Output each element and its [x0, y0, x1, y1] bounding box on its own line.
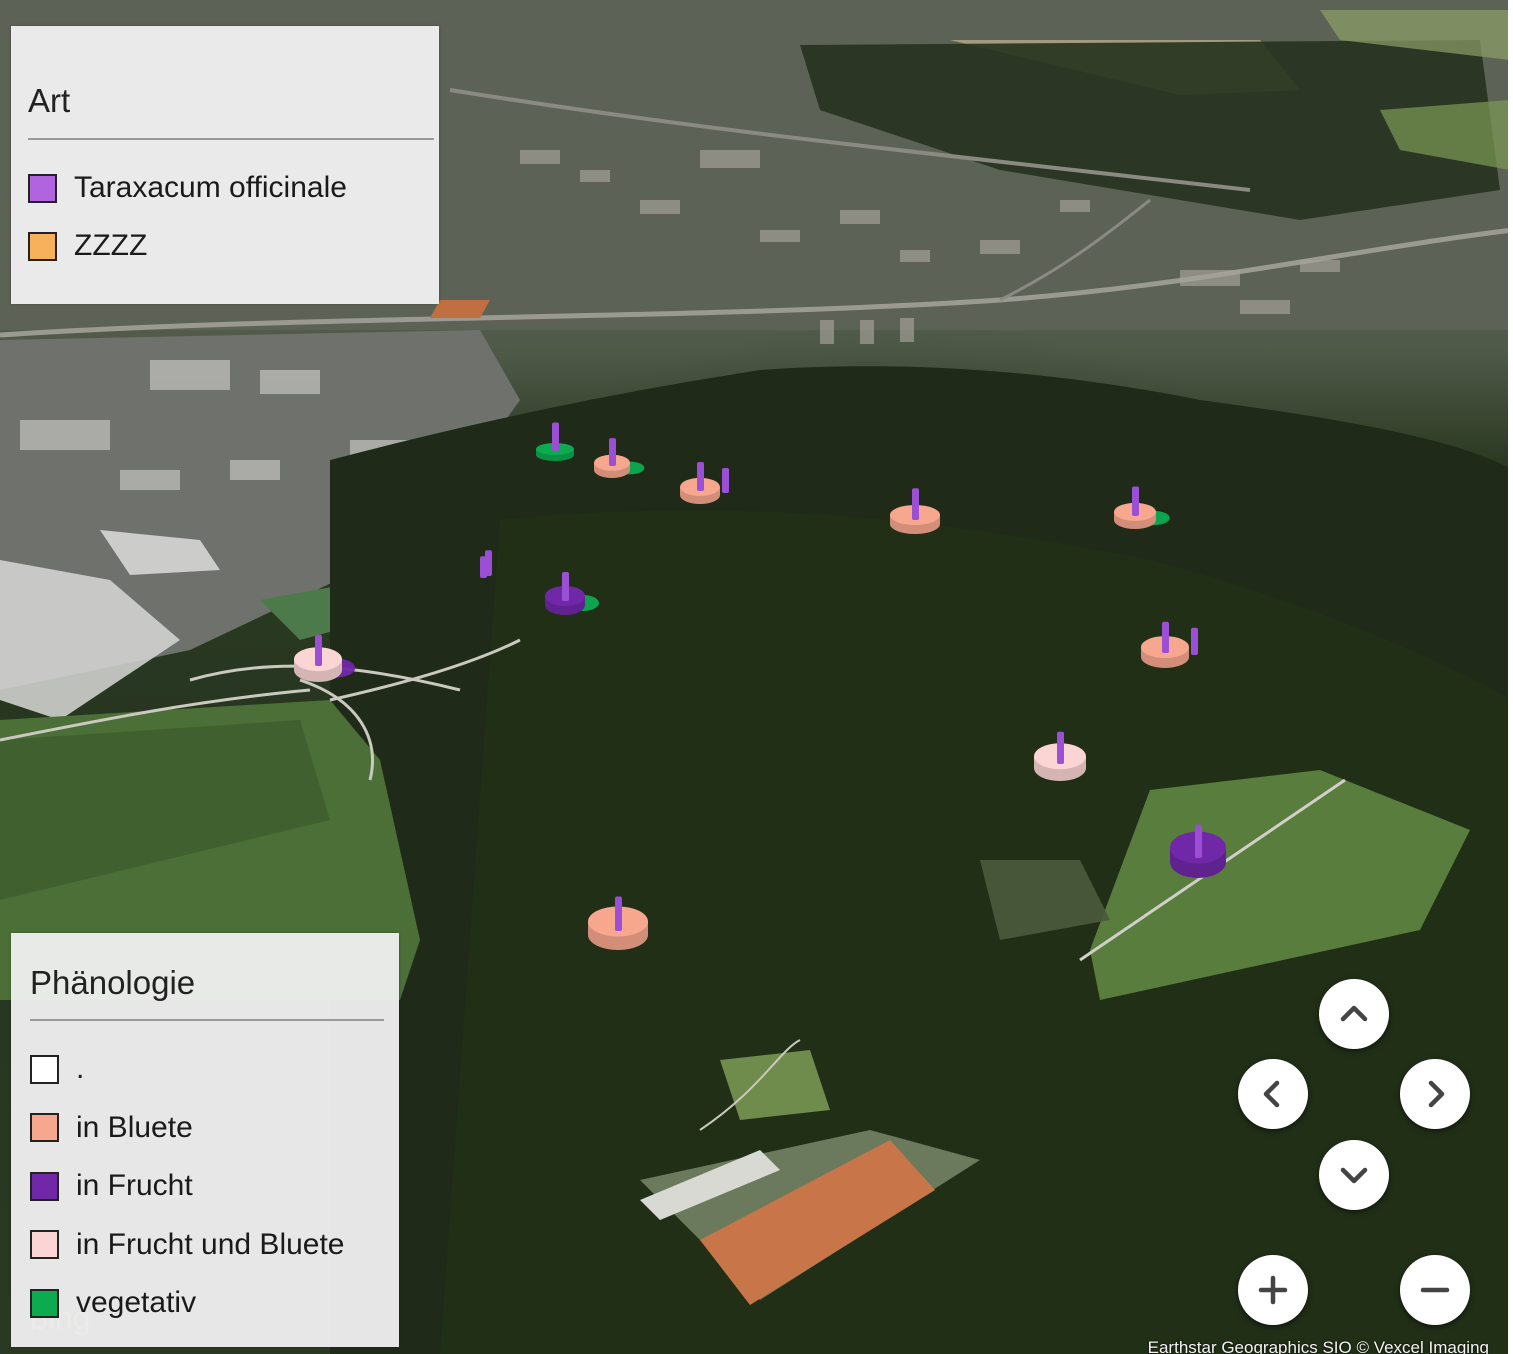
swatch-zzzz [28, 231, 57, 261]
map-marker[interactable] [594, 438, 645, 478]
map-marker[interactable] [294, 634, 356, 682]
legend-species-title: Art [28, 82, 71, 119]
legend-item-taraxacum: Taraxacum officinale [28, 159, 347, 217]
legend-item-dot: . [30, 1040, 345, 1099]
map-marker[interactable] [1170, 824, 1226, 878]
map-marker[interactable] [588, 896, 648, 951]
legend-item-label: ZZZZ [74, 229, 148, 262]
swatch-in-frucht [30, 1171, 59, 1201]
chevron-down-icon [1340, 1167, 1368, 1184]
legend-item-label: in Bluete [76, 1110, 193, 1144]
legend-phenology: Phänologie . in Bluete in Frucht in Fruc… [11, 933, 399, 1347]
legend-item-vegetativ: vegetativ [30, 1274, 345, 1333]
pan-right-button[interactable] [1400, 1059, 1470, 1129]
map-attribution: Earthstar Geographics SIO © Vexcel Imagi… [1147, 1338, 1489, 1354]
legend-item-label: in Frucht [76, 1169, 193, 1203]
map-marker[interactable] [480, 550, 492, 578]
legend-item-in-bluete: in Bluete [30, 1099, 345, 1158]
legend-item-zzzz: ZZZZ [28, 217, 347, 275]
chevron-up-icon [1340, 1005, 1368, 1022]
map-marker[interactable] [680, 462, 729, 504]
pan-up-button[interactable] [1319, 979, 1389, 1049]
legend-item-label: . [76, 1052, 85, 1086]
legend-item-in-frucht-und-bluete: in Frucht und Bluete [30, 1216, 345, 1275]
pan-down-button[interactable] [1319, 1140, 1389, 1210]
map-marker[interactable] [1114, 486, 1170, 529]
map-marker[interactable] [536, 422, 574, 461]
map-marker[interactable] [890, 488, 940, 534]
legend-item-label: Taraxacum officinale [74, 171, 347, 204]
plus-icon [1258, 1275, 1288, 1305]
zoom-in-button[interactable] [1238, 1255, 1308, 1325]
legend-item-label: vegetativ [76, 1286, 197, 1320]
swatch-in-frucht-und-bluete [30, 1230, 59, 1260]
map-marker[interactable] [1141, 621, 1198, 668]
legend-item-in-frucht: in Frucht [30, 1157, 345, 1216]
legend-item-label: in Frucht und Bluete [76, 1227, 345, 1261]
legend-divider [30, 1019, 384, 1021]
map-marker[interactable] [1034, 731, 1086, 781]
pan-left-button[interactable] [1238, 1059, 1308, 1129]
swatch-vegetativ [30, 1288, 59, 1318]
swatch-dot [30, 1054, 59, 1084]
map-marker[interactable] [545, 572, 599, 615]
swatch-taraxacum [28, 173, 57, 203]
legend-species: Art Taraxacum officinale ZZZZ [11, 26, 439, 304]
legend-divider [28, 138, 434, 140]
chevron-right-icon [1428, 1080, 1445, 1108]
swatch-in-bluete [30, 1113, 59, 1143]
chevron-left-icon [1263, 1080, 1280, 1108]
zoom-out-button[interactable] [1400, 1255, 1470, 1325]
window-edge [1508, 0, 1513, 1354]
legend-phenology-title: Phänologie [30, 964, 196, 1001]
minus-icon [1420, 1287, 1450, 1293]
